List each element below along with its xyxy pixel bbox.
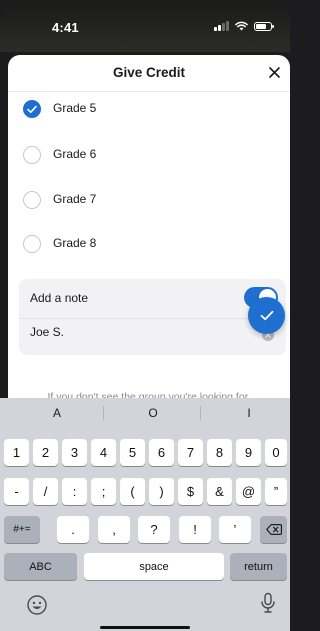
status-icons [214,20,274,32]
suggestion-bar: A O I [0,398,290,426]
emoji-icon[interactable] [26,594,48,616]
key-at[interactable]: @ [236,478,261,505]
backspace-icon [265,524,282,535]
battery-icon [253,21,274,31]
wifi-icon [234,21,248,31]
return-key[interactable]: return [230,553,287,580]
key-8[interactable]: 8 [207,439,232,466]
sheet-header: Give Credit [8,55,290,92]
home-indicator [100,626,190,629]
cellular-signal-icon [214,21,229,31]
symbols-toggle-key[interactable]: #+= [4,516,40,543]
suggestion-divider [103,406,104,420]
suggestion-3[interactable]: I [209,406,289,420]
key-semicolon[interactable]: ; [91,478,116,505]
grade-label: Grade 5 [53,101,97,115]
key-quote[interactable]: ” [265,478,287,505]
key-3[interactable]: 3 [62,439,87,466]
status-bar: 4:41 [0,0,290,52]
grade-label: Grade 6 [53,147,97,161]
key-0[interactable]: 0 [265,439,287,466]
abc-key[interactable]: ABC [4,553,77,580]
key-7[interactable]: 7 [178,439,203,466]
grade-option-8[interactable]: Grade 8 [8,225,290,269]
grade-label: Grade 8 [53,236,97,250]
key-comma[interactable]: , [98,516,130,543]
add-note-label: Add a note [30,291,89,305]
key-apostrophe[interactable]: ’ [219,516,251,543]
delete-key[interactable] [260,516,287,543]
key-period[interactable]: . [57,516,89,543]
radio-unchecked-icon[interactable] [23,235,41,253]
grade-option-5[interactable]: Grade 5 [8,90,290,134]
key-9[interactable]: 9 [236,439,261,466]
grade-label: Grade 7 [53,192,97,206]
key-hyphen[interactable]: - [4,478,29,505]
checkmark-icon [260,310,273,321]
key-4[interactable]: 4 [91,439,116,466]
key-2[interactable]: 2 [33,439,58,466]
key-5[interactable]: 5 [120,439,145,466]
sheet-title: Give Credit [112,65,186,80]
key-colon[interactable]: : [62,478,87,505]
note-input[interactable] [30,325,250,339]
space-key[interactable]: space [84,553,224,580]
keyboard: A O I 1 2 3 4 5 6 7 8 9 0 - / : ; ( ) $ … [0,398,290,631]
divider [19,318,286,319]
key-open-paren[interactable]: ( [120,478,145,505]
radio-unchecked-icon[interactable] [23,146,41,164]
status-time: 4:41 [52,20,79,35]
key-exclamation[interactable]: ! [179,516,211,543]
key-dollar[interactable]: $ [178,478,203,505]
microphone-icon[interactable] [259,592,277,614]
radio-unchecked-icon[interactable] [23,191,41,209]
close-button[interactable] [264,62,284,82]
close-icon [268,66,280,78]
suggestion-divider [200,406,201,420]
grade-option-6[interactable]: Grade 6 [8,136,290,180]
key-question[interactable]: ? [138,516,170,543]
suggestion-2[interactable]: O [113,406,193,420]
note-card: Add a note [19,279,286,355]
grade-option-7[interactable]: Grade 7 [8,181,290,225]
key-6[interactable]: 6 [149,439,174,466]
key-1[interactable]: 1 [4,439,29,466]
key-close-paren[interactable]: ) [149,478,174,505]
key-slash[interactable]: / [33,478,58,505]
key-ampersand[interactable]: & [207,478,232,505]
confirm-button[interactable] [248,297,285,334]
suggestion-1[interactable]: A [17,406,97,420]
radio-checked-icon[interactable] [23,100,41,118]
